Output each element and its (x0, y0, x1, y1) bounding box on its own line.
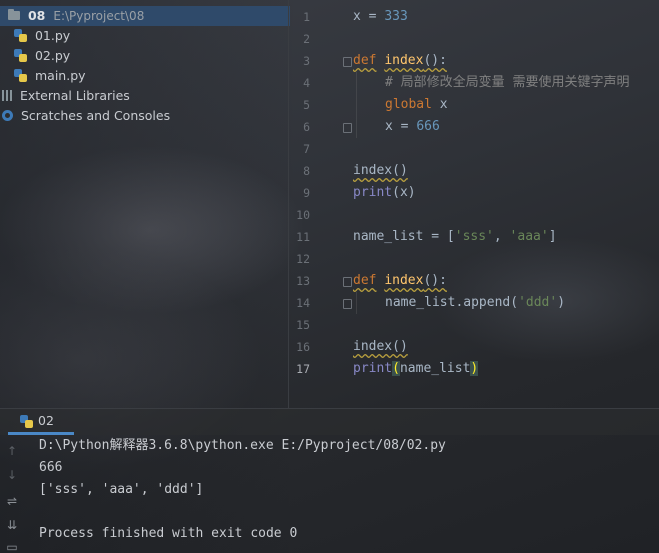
line-number: 4 (303, 76, 310, 90)
file-name: 02.py (34, 48, 71, 63)
console-line: ['sss', 'aaa', 'ddd'] (39, 482, 204, 497)
code-line-6: x = 666 (385, 119, 440, 134)
fold-marker-icon[interactable] (343, 299, 352, 309)
folder-icon (7, 9, 20, 20)
python-file-icon (20, 415, 33, 428)
run-toolbar: ↑ ↓ ⇌ ⇊ ▭ (0, 434, 24, 553)
scroll-to-end-icon[interactable]: ⇊ (5, 518, 19, 532)
python-file-icon (14, 29, 27, 42)
line-number: 16 (296, 340, 310, 354)
code-line-5: global x (385, 97, 448, 112)
python-file-icon (14, 69, 27, 82)
tree-file-main[interactable]: main.py (14, 66, 86, 86)
print-icon[interactable]: ▭ (5, 540, 19, 553)
scratches-icon (2, 110, 13, 121)
code-line-3: def index(): (353, 53, 447, 68)
console-line: Process finished with exit code 0 (39, 526, 298, 541)
gutter-divider (288, 0, 289, 408)
indent-guide (356, 72, 357, 138)
line-number: 7 (303, 142, 310, 156)
python-file-icon (14, 49, 27, 62)
code-line-4: # 局部修改全局变量 需要使用关键字声明 (385, 75, 630, 90)
code-line-8: index() (353, 163, 408, 178)
scratches-label: Scratches and Consoles (20, 108, 171, 123)
line-number: 8 (303, 164, 310, 178)
line-number: 2 (303, 32, 310, 46)
code-line-1: x = 333 (353, 9, 408, 24)
project-tree: 08 E:\Pyproject\08 01.py 02.py main.py E… (0, 0, 290, 410)
console-line: D:\Python解释器3.6.8\python.exe E:/Pyprojec… (39, 438, 446, 453)
line-number: 11 (296, 230, 310, 244)
tree-file-02[interactable]: 02.py (14, 46, 70, 66)
tree-scratches[interactable]: Scratches and Consoles (2, 106, 170, 126)
tree-file-01[interactable]: 01.py (14, 26, 70, 46)
code-line-17: print(name_list) (353, 361, 479, 376)
code-line-11: name_list = ['sss', 'aaa'] (353, 229, 557, 244)
file-name: main.py (34, 68, 86, 83)
line-number: 12 (296, 252, 310, 266)
console-line: 666 (39, 460, 63, 475)
libraries-icon (2, 90, 12, 101)
line-number: 6 (303, 120, 310, 134)
code-line-13: def index(): (353, 273, 447, 288)
line-number: 9 (303, 186, 310, 200)
code-line-14: name_list.append('ddd') (385, 295, 566, 310)
indent-guide (356, 292, 357, 314)
line-number: 14 (296, 296, 310, 310)
fold-marker-icon[interactable] (343, 123, 352, 133)
ide-window: 08 E:\Pyproject\08 01.py 02.py main.py E… (0, 0, 659, 553)
line-number: 1 (303, 10, 310, 24)
code-line-16: index() (353, 339, 408, 354)
code-line-9: print(x) (353, 185, 416, 200)
tree-root-folder[interactable]: 08 E:\Pyproject\08 (0, 6, 290, 26)
run-panel-header: 02 (0, 408, 659, 435)
root-folder-name: 08 (27, 8, 46, 23)
file-name: 01.py (34, 28, 71, 43)
root-folder-path: E:\Pyproject\08 (53, 9, 145, 23)
run-tab-label: 02 (38, 413, 54, 428)
run-panel: 02 ↑ ↓ ⇌ ⇊ ▭ D:\Python解释器3.6.8\python.ex… (0, 408, 659, 553)
soft-wrap-icon[interactable]: ⇌ (5, 494, 19, 508)
fold-marker-icon[interactable] (343, 57, 352, 67)
external-libraries-label: External Libraries (19, 88, 130, 103)
line-number: 3 (303, 54, 310, 68)
tree-external-libraries[interactable]: External Libraries (2, 86, 130, 106)
line-number: 10 (296, 208, 310, 222)
line-number-current: 17 (296, 362, 310, 376)
run-tab-02[interactable]: 02 (8, 409, 74, 435)
line-number: 13 (296, 274, 310, 288)
fold-marker-icon[interactable] (343, 277, 352, 287)
line-number: 5 (303, 98, 310, 112)
arrow-down-icon[interactable]: ↓ (5, 468, 19, 482)
rerun-icon[interactable]: ↑ (5, 444, 19, 458)
line-number: 15 (296, 318, 310, 332)
